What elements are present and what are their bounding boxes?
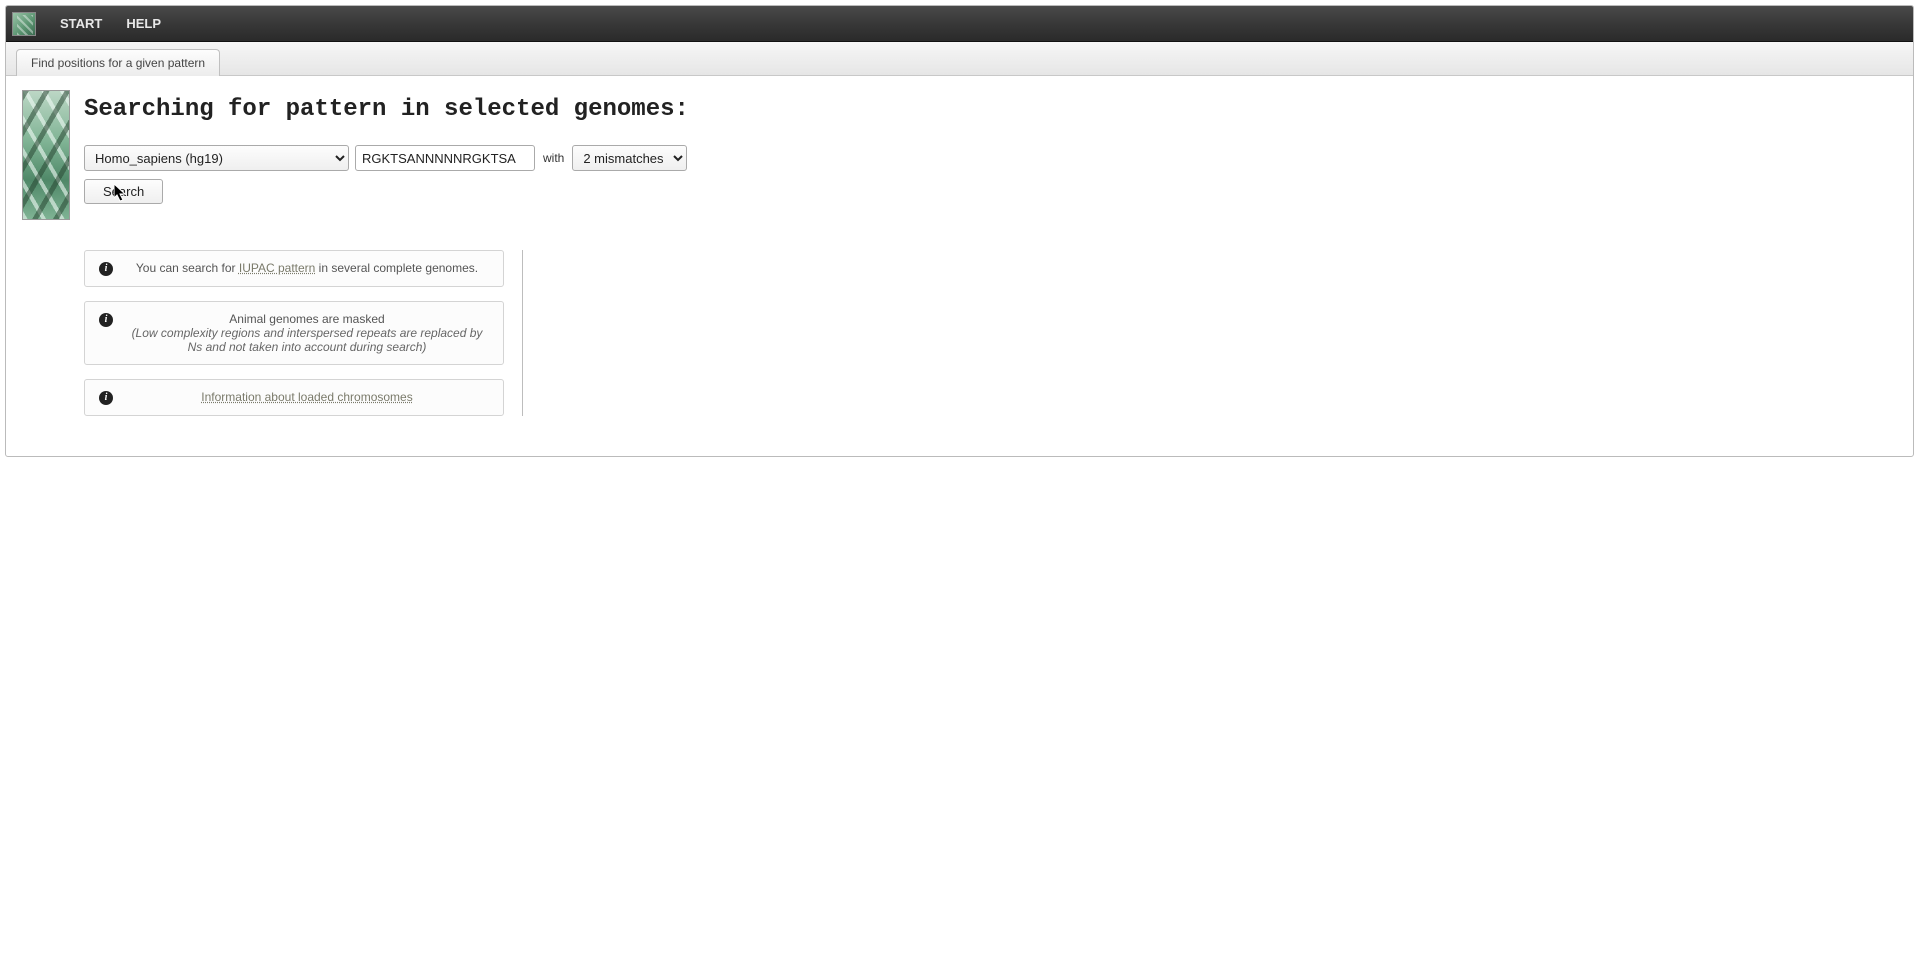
info-column: i You can search for IUPAC pattern in se… [84, 250, 504, 416]
menu-start[interactable]: START [48, 6, 114, 42]
info-box-iupac: i You can search for IUPAC pattern in se… [84, 250, 504, 287]
chromosome-info-link[interactable]: Information about loaded chromosomes [201, 390, 412, 404]
content-area: Searching for pattern in selected genome… [6, 76, 1913, 456]
page-title: Searching for pattern in selected genome… [84, 96, 1897, 123]
info-body: You can search for IUPAC pattern in seve… [125, 261, 489, 275]
tab-find-positions[interactable]: Find positions for a given pattern [16, 49, 220, 76]
dna-helix-icon [23, 91, 69, 219]
iupac-pattern-link[interactable]: IUPAC pattern [239, 261, 315, 275]
search-button[interactable]: Search [84, 179, 163, 204]
info-icon: i [99, 313, 113, 327]
app-frame: START HELP Find positions for a given pa… [5, 5, 1914, 457]
pattern-input[interactable] [355, 145, 535, 171]
info-text: in several complete genomes. [315, 261, 478, 275]
info-box-chromosomes: i Information about loaded chromosomes [84, 379, 504, 416]
tabstrip: Find positions for a given pattern [6, 42, 1913, 76]
search-form: Homo_sapiens (hg19) with 2 mismatches [84, 145, 1897, 171]
info-box-masked: i Animal genomes are masked (Low complex… [84, 301, 504, 365]
genome-select[interactable]: Homo_sapiens (hg19) [84, 145, 349, 171]
info-body: Information about loaded chromosomes [125, 390, 489, 404]
vertical-divider [522, 250, 523, 416]
info-subtext: (Low complexity regions and interspersed… [125, 326, 489, 354]
dna-helix-image [22, 90, 70, 220]
info-icon: i [99, 262, 113, 276]
with-label: with [541, 151, 566, 165]
menubar: START HELP [6, 6, 1913, 42]
menu-help[interactable]: HELP [114, 6, 173, 42]
main-panel: Searching for pattern in selected genome… [84, 90, 1897, 416]
search-button-row: Search [84, 171, 1897, 204]
info-text: You can search for [136, 261, 239, 275]
info-block: i You can search for IUPAC pattern in se… [84, 250, 1897, 416]
info-body: Animal genomes are masked (Low complexit… [125, 312, 489, 354]
info-icon: i [99, 391, 113, 405]
mismatch-select[interactable]: 2 mismatches [572, 145, 687, 171]
app-logo-icon [12, 12, 36, 36]
info-text: Animal genomes are masked [125, 312, 489, 326]
